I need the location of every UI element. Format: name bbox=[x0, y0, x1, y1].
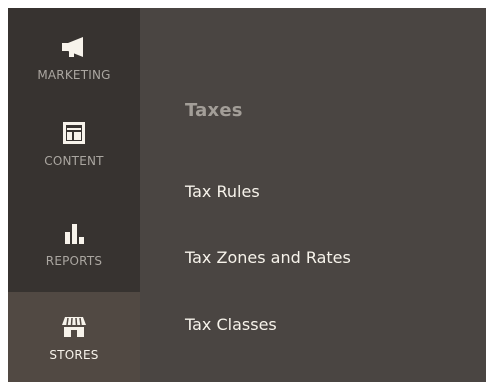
admin-sidebar: MARKETING CONTENT REPORTS STORES bbox=[8, 8, 140, 382]
submenu-section-title: Taxes bbox=[185, 100, 243, 121]
sidebar-item-label: REPORTS bbox=[45, 254, 103, 268]
menu-link-tax-zones-and-rates[interactable]: Tax Zones and Rates bbox=[185, 248, 351, 267]
sidebar-item-stores[interactable]: STORES bbox=[8, 292, 140, 382]
sidebar-item-content[interactable]: CONTENT bbox=[8, 104, 140, 194]
storefront-icon bbox=[61, 314, 87, 340]
stores-submenu-flyout: Taxes Tax Rules Tax Zones and Rates Tax … bbox=[140, 8, 486, 382]
layout-icon bbox=[61, 120, 87, 146]
menu-link-tax-rules[interactable]: Tax Rules bbox=[185, 182, 260, 201]
admin-menu-frame: MARKETING CONTENT REPORTS STORES Taxes T… bbox=[8, 8, 486, 382]
sidebar-item-label: CONTENT bbox=[44, 154, 104, 168]
bar-chart-icon bbox=[61, 220, 87, 246]
sidebar-item-label: STORES bbox=[49, 348, 99, 362]
sidebar-item-reports[interactable]: REPORTS bbox=[8, 194, 140, 292]
sidebar-item-label: MARKETING bbox=[37, 68, 111, 82]
sidebar-item-marketing[interactable]: MARKETING bbox=[8, 8, 140, 104]
menu-link-tax-classes[interactable]: Tax Classes bbox=[185, 315, 277, 334]
megaphone-icon bbox=[61, 34, 87, 60]
